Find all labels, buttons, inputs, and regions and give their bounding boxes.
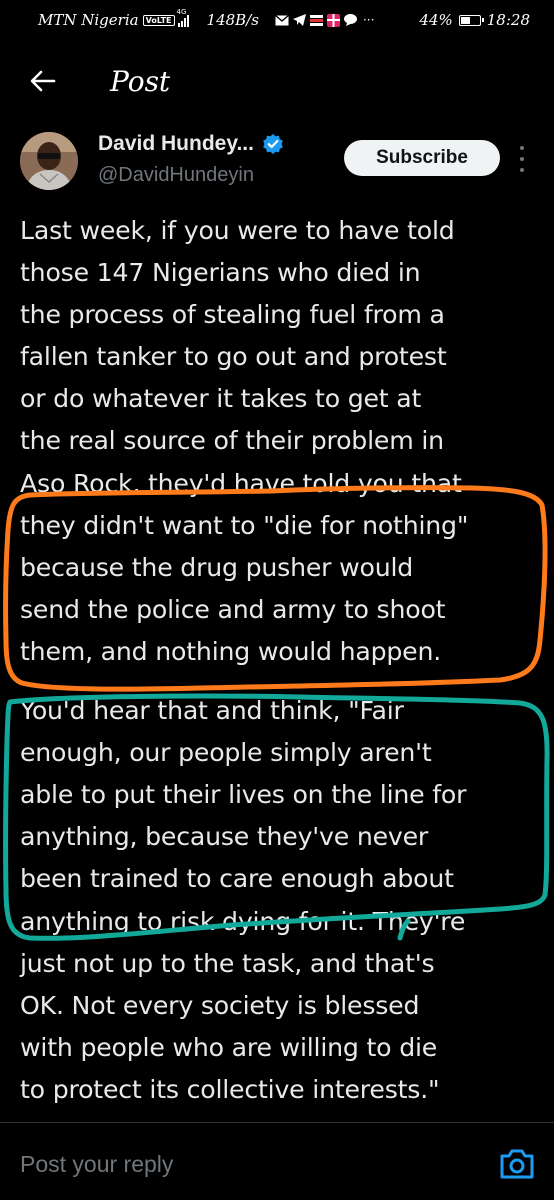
network-type: 4G [176,7,187,16]
volte-badge: VoLTE [142,14,175,26]
battery-fill [460,16,470,24]
page-title: Post [110,64,171,98]
profile-photo-icon [20,132,78,190]
gift-icon [326,13,340,27]
post-paragraph-1: Last week, if you were to have told thos… [20,216,469,666]
mail-icon [274,14,289,25]
back-button[interactable] [18,56,68,106]
chat-bubble-icon [343,14,357,26]
post-body: Last week, if you were to have told thos… [20,210,540,1111]
author-name[interactable]: David Hundey... [98,132,254,156]
reply-input[interactable] [20,1147,480,1181]
battery-icon [458,14,484,26]
reply-bar [0,1122,554,1200]
top-bar: Post [0,50,554,112]
verified-badge-icon [263,134,283,154]
subscribe-button[interactable]: Subscribe [344,140,500,176]
post-author: David Hundey... @DavidHundeyin Subscribe [20,130,540,200]
avatar[interactable] [20,132,78,190]
stack-icon [309,14,323,26]
camera-button[interactable] [498,1147,536,1181]
author-handle[interactable]: @DavidHundeyin [98,164,254,187]
more-options-icon[interactable] [516,146,528,172]
battery-percent: 44% [419,11,453,29]
author-name-row[interactable]: David Hundey... [98,132,284,156]
signal-icon: 4G [177,8,189,27]
telegram-icon [292,14,306,26]
status-bar: MTN Nigeria VoLTE 4G 148B/s ··· 44% 18:2… [0,0,554,40]
camera-icon [500,1149,534,1179]
post-paragraph-2: You'd hear that and think, "Fair enough,… [20,696,467,1104]
overflow-notifications: ··· [362,13,375,27]
back-arrow-icon [30,70,56,92]
carrier-name: MTN Nigeria [38,11,139,29]
network-speed: 148B/s [206,11,259,29]
clock: 18:28 [486,11,530,29]
notification-icons: ··· [274,13,375,27]
